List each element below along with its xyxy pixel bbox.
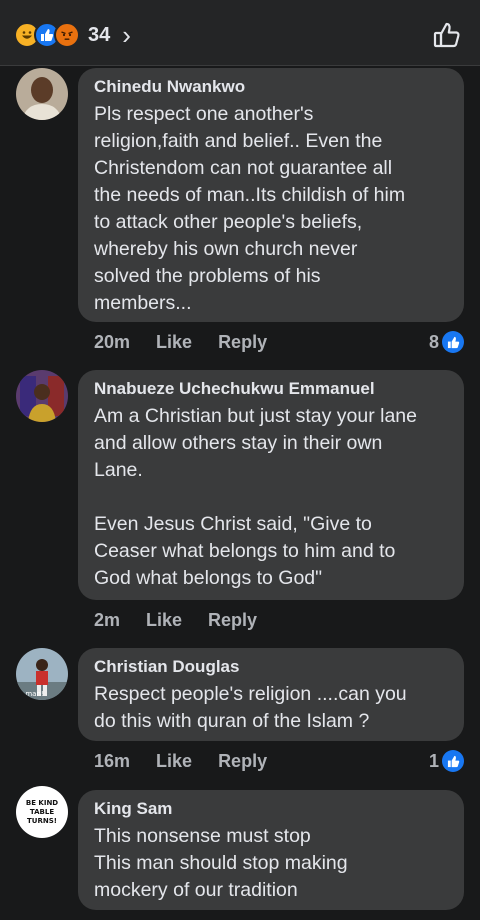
comment-author[interactable]: Christian Douglas <box>94 656 448 678</box>
comment-time: 16m <box>94 750 131 771</box>
chevron-right-icon[interactable]: › <box>122 20 131 51</box>
comment-text: Pls respect one another's religion,faith… <box>94 103 406 314</box>
reply-button[interactable]: Reply <box>208 610 257 631</box>
avatar-caption: y man! <box>19 690 44 698</box>
comment-text: This nonsense must stop This man should … <box>94 825 348 901</box>
comment-actions: 20m Like Reply <box>94 328 293 356</box>
avatar-badge-text: BE KIND TABLE TURNS! <box>25 798 59 825</box>
comment-time: 20m <box>94 331 131 352</box>
comment-actions: 16m Like Reply <box>94 747 293 775</box>
comment-time: 2m <box>94 609 121 630</box>
comment-bubble: Nnabueze Uchechukwu Emmanuel Am a Christ… <box>78 370 464 600</box>
comment-like-count[interactable]: 8 <box>429 328 464 356</box>
avatar[interactable]: y man! <box>16 648 68 700</box>
comment-actions: 2m Like Reply <box>94 606 283 634</box>
avatar[interactable] <box>16 68 68 120</box>
like-outline-icon[interactable] <box>432 20 462 50</box>
like-button[interactable]: Like <box>156 751 192 772</box>
reactions-summary[interactable]: 34 › <box>14 20 131 50</box>
comment-text: Am a Christian but just stay your lane a… <box>94 405 417 589</box>
reply-button[interactable]: Reply <box>218 751 267 772</box>
like-count-value: 8 <box>428 331 439 352</box>
comment-author[interactable]: Chinedu Nwankwo <box>94 76 448 98</box>
comment-author[interactable]: King Sam <box>94 798 448 820</box>
like-icon <box>442 750 464 772</box>
avatar[interactable] <box>16 370 68 422</box>
like-count-value: 1 <box>428 750 439 771</box>
comment-author[interactable]: Nnabueze Uchechukwu Emmanuel <box>94 378 448 400</box>
like-button[interactable]: Like <box>146 610 182 631</box>
like-icon <box>442 331 464 353</box>
reaction-count: 34 <box>88 23 111 46</box>
reactions-header: 34 › <box>0 0 480 66</box>
comment-bubble: Chinedu Nwankwo Pls respect one another'… <box>78 68 464 322</box>
like-button[interactable]: Like <box>156 332 192 353</box>
comment-like-count[interactable]: 1 <box>429 747 464 775</box>
comment-bubble: King Sam This nonsense must stop This ma… <box>78 790 464 910</box>
reply-button[interactable]: Reply <box>218 332 267 353</box>
avatar[interactable]: BE KIND TABLE TURNS! <box>16 786 68 838</box>
angry-reaction-icon <box>54 22 80 48</box>
comment-bubble: Christian Douglas Respect people's relig… <box>78 648 464 741</box>
comment-text: Respect people's religion ....can you do… <box>94 683 407 732</box>
